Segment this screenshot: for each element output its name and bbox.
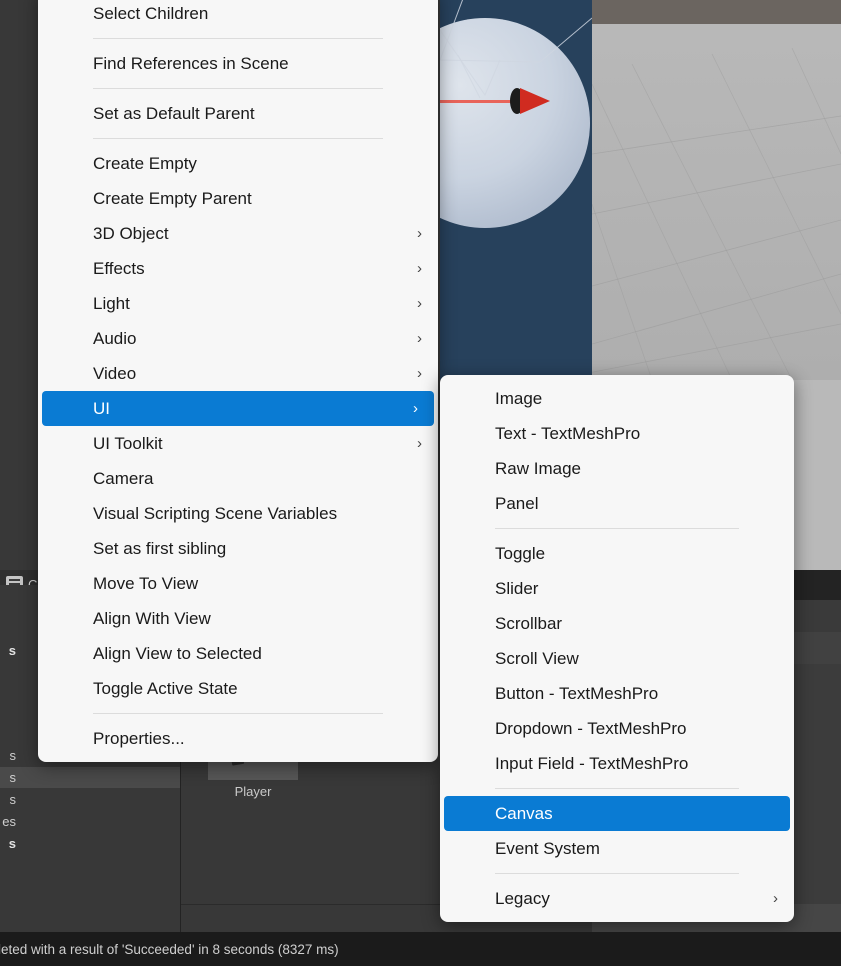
menu-item-video[interactable]: Video › (38, 356, 438, 391)
grid-lines (592, 47, 841, 380)
submenu-item-scroll-view[interactable]: Scroll View (440, 641, 794, 676)
menu-item-ui[interactable]: UI › (42, 391, 434, 426)
menu-item-label: Event System (495, 839, 600, 858)
menu-separator (495, 788, 739, 789)
submenu-item-panel[interactable]: Panel (440, 486, 794, 521)
menu-item-label: UI Toolkit (93, 434, 163, 453)
menu-item-align-with-view[interactable]: Align With View (38, 601, 438, 636)
menu-item-3d-object[interactable]: 3D Object › (38, 216, 438, 251)
chevron-right-icon: › (417, 295, 422, 312)
chevron-right-icon: › (417, 225, 422, 242)
menu-item-properties[interactable]: Properties... (38, 721, 438, 756)
submenu-item-scrollbar[interactable]: Scrollbar (440, 606, 794, 641)
submenu-item-canvas[interactable]: Canvas (444, 796, 790, 831)
menu-separator (93, 138, 383, 139)
menu-item-label: Panel (495, 494, 539, 513)
menu-item-create-empty[interactable]: Create Empty (38, 146, 438, 181)
submenu-item-image[interactable]: Image (440, 381, 794, 416)
chevron-right-icon: › (773, 890, 778, 907)
menu-item-label: Image (495, 389, 543, 408)
menu-item-label: Set as first sibling (93, 539, 227, 558)
menu-item-label: Slider (495, 579, 539, 598)
status-message: leted with a result of 'Succeeded' in 8 … (0, 941, 339, 957)
submenu-item-input-field-textmeshpro[interactable]: Input Field - TextMeshPro (440, 746, 794, 781)
menu-item-visual-scripting-scene-variables[interactable]: Visual Scripting Scene Variables (38, 496, 438, 531)
chevron-right-icon: › (417, 330, 422, 347)
menu-item-label: Align With View (93, 609, 211, 628)
menu-item-label: Toggle (495, 544, 546, 563)
menu-item-light[interactable]: Light › (38, 286, 438, 321)
gameobject-context-menu[interactable]: Select Children Find References in Scene S… (38, 0, 438, 762)
submenu-item-event-system[interactable]: Event System (440, 831, 794, 866)
menu-item-label: Scrollbar (495, 614, 563, 633)
status-bar[interactable]: leted with a result of 'Succeeded' in 8 … (0, 932, 841, 966)
submenu-item-button-textmeshpro[interactable]: Button - TextMeshPro (440, 676, 794, 711)
menu-item-label: Align View to Selected (93, 644, 262, 663)
menu-separator (93, 713, 383, 714)
menu-separator (495, 528, 739, 529)
submenu-item-raw-image[interactable]: Raw Image (440, 451, 794, 486)
menu-item-label: Canvas (495, 804, 553, 823)
unity-editor-window: C s s s s es s Player Select ChildrenFin… (0, 0, 841, 966)
menu-item-ui-toolkit[interactable]: UI Toolkit › (38, 426, 438, 461)
menu-item-find-references-in-scene[interactable]: Find References in Scene (38, 46, 438, 81)
list-item[interactable]: es (0, 811, 180, 832)
chevron-right-icon: › (417, 260, 422, 277)
list-item[interactable]: s (0, 789, 180, 810)
ui-submenu[interactable]: Image Text - TextMeshPro Raw Image Panel Tog… (440, 375, 794, 922)
submenu-item-dropdown-textmeshpro[interactable]: Dropdown - TextMeshPro (440, 711, 794, 746)
menu-item-label: Visual Scripting Scene Variables (93, 504, 338, 523)
move-gizmo-x-axis-arrow-icon[interactable] (520, 88, 550, 114)
submenu-item-slider[interactable]: Slider (440, 571, 794, 606)
menu-item-label: Dropdown - TextMeshPro (495, 719, 687, 738)
list-item[interactable]: s (0, 767, 180, 788)
scene-view[interactable] (440, 0, 592, 380)
scene-grid-plane[interactable] (592, 0, 841, 380)
menu-item-label: Legacy (495, 889, 550, 908)
menu-item-label: Text - TextMeshPro (495, 424, 641, 443)
menu-item-create-empty-parent[interactable]: Create Empty Parent (38, 181, 438, 216)
menu-item-label: Toggle Active State (93, 679, 238, 698)
menu-item-label: Properties... (93, 729, 185, 748)
menu-item-label: Video (93, 364, 137, 383)
menu-item-camera[interactable]: Camera (38, 461, 438, 496)
menu-item-move-to-view[interactable]: Move To View (38, 566, 438, 601)
menu-item-label: Select Children (93, 4, 209, 23)
menu-item-label: Scroll View (495, 649, 579, 668)
menu-item-label: Find References in Scene (93, 54, 289, 73)
menu-item-align-view-to-selected[interactable]: Align View to Selected (38, 636, 438, 671)
chevron-right-icon: › (413, 400, 418, 417)
chevron-right-icon: › (417, 435, 422, 452)
menu-item-label: Move To View (93, 574, 199, 593)
asset-label: Player (234, 784, 272, 799)
menu-item-label: Raw Image (495, 459, 581, 478)
submenu-item-legacy[interactable]: Legacy › (440, 881, 794, 916)
list-item[interactable]: s (0, 833, 180, 854)
scene-horizon-band (592, 0, 841, 24)
menu-item-label: Create Empty Parent (93, 189, 252, 208)
menu-item-label: Create Empty (93, 154, 197, 173)
menu-separator (495, 873, 739, 874)
chevron-right-icon: › (417, 365, 422, 382)
submenu-item-text-textmeshpro[interactable]: Text - TextMeshPro (440, 416, 794, 451)
submenu-item-toggle[interactable]: Toggle (440, 536, 794, 571)
menu-item-label: Camera (93, 469, 154, 488)
menu-item-select-children[interactable]: Select Children (38, 0, 438, 31)
menu-item-label: Input Field - TextMeshPro (495, 754, 689, 773)
menu-separator (93, 38, 383, 39)
menu-item-label: UI (93, 399, 110, 418)
menu-item-label: Effects (93, 259, 145, 278)
menu-item-effects[interactable]: Effects › (38, 251, 438, 286)
menu-item-set-as-default-parent[interactable]: Set as Default Parent (38, 96, 438, 131)
menu-item-label: 3D Object (93, 224, 169, 243)
menu-separator (93, 88, 383, 89)
menu-item-audio[interactable]: Audio › (38, 321, 438, 356)
menu-item-label: Audio (93, 329, 137, 348)
menu-item-toggle-active-state[interactable]: Toggle Active State (38, 671, 438, 706)
menu-item-label: Button - TextMeshPro (495, 684, 659, 703)
menu-item-label: Light (93, 294, 130, 313)
menu-item-set-as-first-sibling[interactable]: Set as first sibling (38, 531, 438, 566)
menu-item-label: Set as Default Parent (93, 104, 255, 123)
